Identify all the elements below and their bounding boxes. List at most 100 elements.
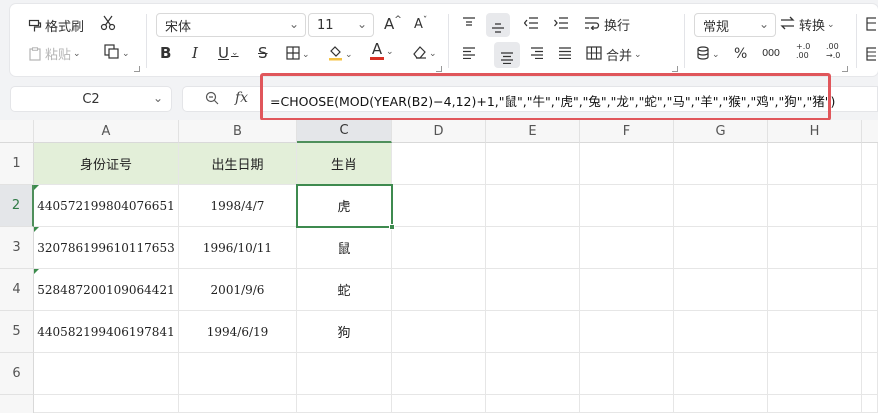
align-top-button[interactable] bbox=[462, 17, 476, 33]
format-painter-button[interactable]: 格式刷 bbox=[28, 16, 84, 35]
empty-cell[interactable] bbox=[580, 395, 674, 413]
empty-cell[interactable] bbox=[674, 227, 768, 269]
empty-cell[interactable] bbox=[862, 395, 878, 413]
decrease-font-size-button[interactable]: Aˇ bbox=[414, 16, 427, 33]
align-left-button[interactable] bbox=[462, 47, 476, 63]
empty-cell[interactable] bbox=[486, 143, 580, 185]
column-header-a[interactable]: A bbox=[34, 120, 179, 143]
column-header-d[interactable]: D bbox=[392, 120, 486, 143]
empty-cell[interactable] bbox=[486, 311, 580, 353]
empty-cell[interactable] bbox=[862, 185, 878, 227]
empty-cell[interactable] bbox=[768, 227, 862, 269]
increase-decimal-button[interactable]: +.0 .00 bbox=[796, 42, 810, 60]
empty-cell[interactable] bbox=[674, 311, 768, 353]
empty-cell[interactable] bbox=[768, 395, 862, 413]
bold-button[interactable]: B bbox=[160, 44, 171, 62]
empty-cell[interactable] bbox=[486, 227, 580, 269]
align-right-button[interactable] bbox=[530, 47, 544, 63]
decrease-indent-button[interactable] bbox=[523, 17, 539, 33]
column-header-h[interactable]: H bbox=[768, 120, 862, 143]
cell-c4[interactable]: 蛇 bbox=[297, 269, 392, 311]
empty-cell[interactable] bbox=[674, 353, 768, 395]
empty-cell[interactable] bbox=[580, 227, 674, 269]
empty-cell[interactable] bbox=[34, 353, 179, 395]
font-color-button[interactable]: A ⌄ bbox=[370, 42, 394, 60]
empty-cell[interactable] bbox=[674, 143, 768, 185]
alignment-dialog-launcher-icon[interactable] bbox=[672, 66, 678, 72]
empty-cell[interactable] bbox=[674, 395, 768, 413]
empty-cell[interactable] bbox=[768, 143, 862, 185]
merge-cells-button[interactable]: 合并 ⌄ bbox=[586, 45, 642, 64]
fx-icon[interactable]: fx bbox=[235, 90, 248, 106]
font-dialog-launcher-icon[interactable] bbox=[436, 66, 442, 72]
column-header-f[interactable]: F bbox=[580, 120, 674, 143]
empty-cell[interactable] bbox=[392, 269, 486, 311]
empty-cell[interactable] bbox=[862, 353, 878, 395]
empty-cell[interactable] bbox=[674, 269, 768, 311]
strikethrough-button[interactable]: S bbox=[258, 44, 268, 62]
column-header-b[interactable]: B bbox=[179, 120, 297, 143]
cell-b4[interactable]: 2001/9/6 bbox=[179, 269, 297, 311]
empty-cell[interactable] bbox=[392, 395, 486, 413]
font-size-select[interactable]: 11 ⌄ bbox=[308, 13, 374, 37]
row-header-7[interactable] bbox=[0, 395, 34, 413]
empty-cell[interactable] bbox=[297, 395, 392, 413]
row-header-6[interactable]: 6 bbox=[0, 353, 34, 395]
empty-cell[interactable] bbox=[768, 311, 862, 353]
cell-c3[interactable]: 鼠 bbox=[297, 227, 392, 269]
empty-cell[interactable] bbox=[768, 353, 862, 395]
empty-cell[interactable] bbox=[179, 395, 297, 413]
cell-a3[interactable]: 320786199610117653 bbox=[34, 227, 179, 269]
cell-b2[interactable]: 1998/4/7 bbox=[179, 185, 297, 227]
column-header-i[interactable] bbox=[862, 120, 878, 143]
empty-cell[interactable] bbox=[674, 185, 768, 227]
empty-cell[interactable] bbox=[580, 185, 674, 227]
increase-font-size-button[interactable]: A ^ bbox=[384, 15, 402, 33]
empty-cell[interactable] bbox=[862, 311, 878, 353]
row-header-4[interactable]: 4 bbox=[0, 269, 34, 311]
thousands-separator-button[interactable]: 000 bbox=[762, 48, 780, 59]
cell-a4[interactable]: 528487200109064421 bbox=[34, 269, 179, 311]
column-header-c[interactable]: C bbox=[297, 120, 392, 143]
empty-cell[interactable] bbox=[486, 353, 580, 395]
row-header-1[interactable]: 1 bbox=[0, 143, 34, 185]
copy-button[interactable]: ⌄ bbox=[104, 44, 130, 63]
align-middle-button[interactable] bbox=[486, 13, 510, 37]
empty-cell[interactable] bbox=[580, 311, 674, 353]
more-tools-button[interactable] bbox=[866, 17, 878, 35]
justify-button[interactable] bbox=[558, 47, 572, 63]
fill-color-button[interactable]: ⌄ bbox=[328, 45, 353, 65]
increase-indent-button[interactable] bbox=[554, 17, 569, 33]
column-header-g[interactable]: G bbox=[674, 120, 768, 143]
column-header-e[interactable]: E bbox=[486, 120, 580, 143]
align-center-button[interactable] bbox=[494, 42, 520, 68]
wrap-text-button[interactable]: 换行 bbox=[584, 15, 630, 34]
empty-cell[interactable] bbox=[862, 227, 878, 269]
fill-handle[interactable] bbox=[389, 224, 395, 230]
empty-cell[interactable] bbox=[392, 185, 486, 227]
cell-a5[interactable]: 440582199406197841 bbox=[34, 311, 179, 353]
zoom-icon[interactable] bbox=[205, 91, 219, 109]
empty-cell[interactable] bbox=[486, 395, 580, 413]
font-name-select[interactable]: 宋体 ⌄ bbox=[156, 13, 306, 37]
empty-cell[interactable] bbox=[34, 395, 179, 413]
row-header-3[interactable]: 3 bbox=[0, 227, 34, 269]
cell-a1[interactable]: 身份证号 bbox=[34, 143, 179, 185]
empty-cell[interactable] bbox=[392, 227, 486, 269]
empty-cell[interactable] bbox=[486, 185, 580, 227]
empty-cell[interactable] bbox=[768, 185, 862, 227]
cell-c5[interactable]: 狗 bbox=[297, 311, 392, 353]
cell-b1[interactable]: 出生日期 bbox=[179, 143, 297, 185]
empty-cell[interactable] bbox=[862, 143, 878, 185]
underline-button[interactable]: U ⌄ bbox=[218, 44, 239, 62]
percent-button[interactable]: % bbox=[734, 46, 747, 62]
name-box[interactable]: C2 ⌄ bbox=[10, 86, 172, 112]
empty-cell[interactable] bbox=[862, 269, 878, 311]
empty-cell[interactable] bbox=[768, 269, 862, 311]
empty-cell[interactable] bbox=[179, 353, 297, 395]
cell-b3[interactable]: 1996/10/11 bbox=[179, 227, 297, 269]
italic-button[interactable]: I bbox=[192, 44, 198, 62]
empty-cell[interactable] bbox=[392, 353, 486, 395]
empty-cell[interactable] bbox=[392, 143, 486, 185]
empty-cell[interactable] bbox=[392, 311, 486, 353]
